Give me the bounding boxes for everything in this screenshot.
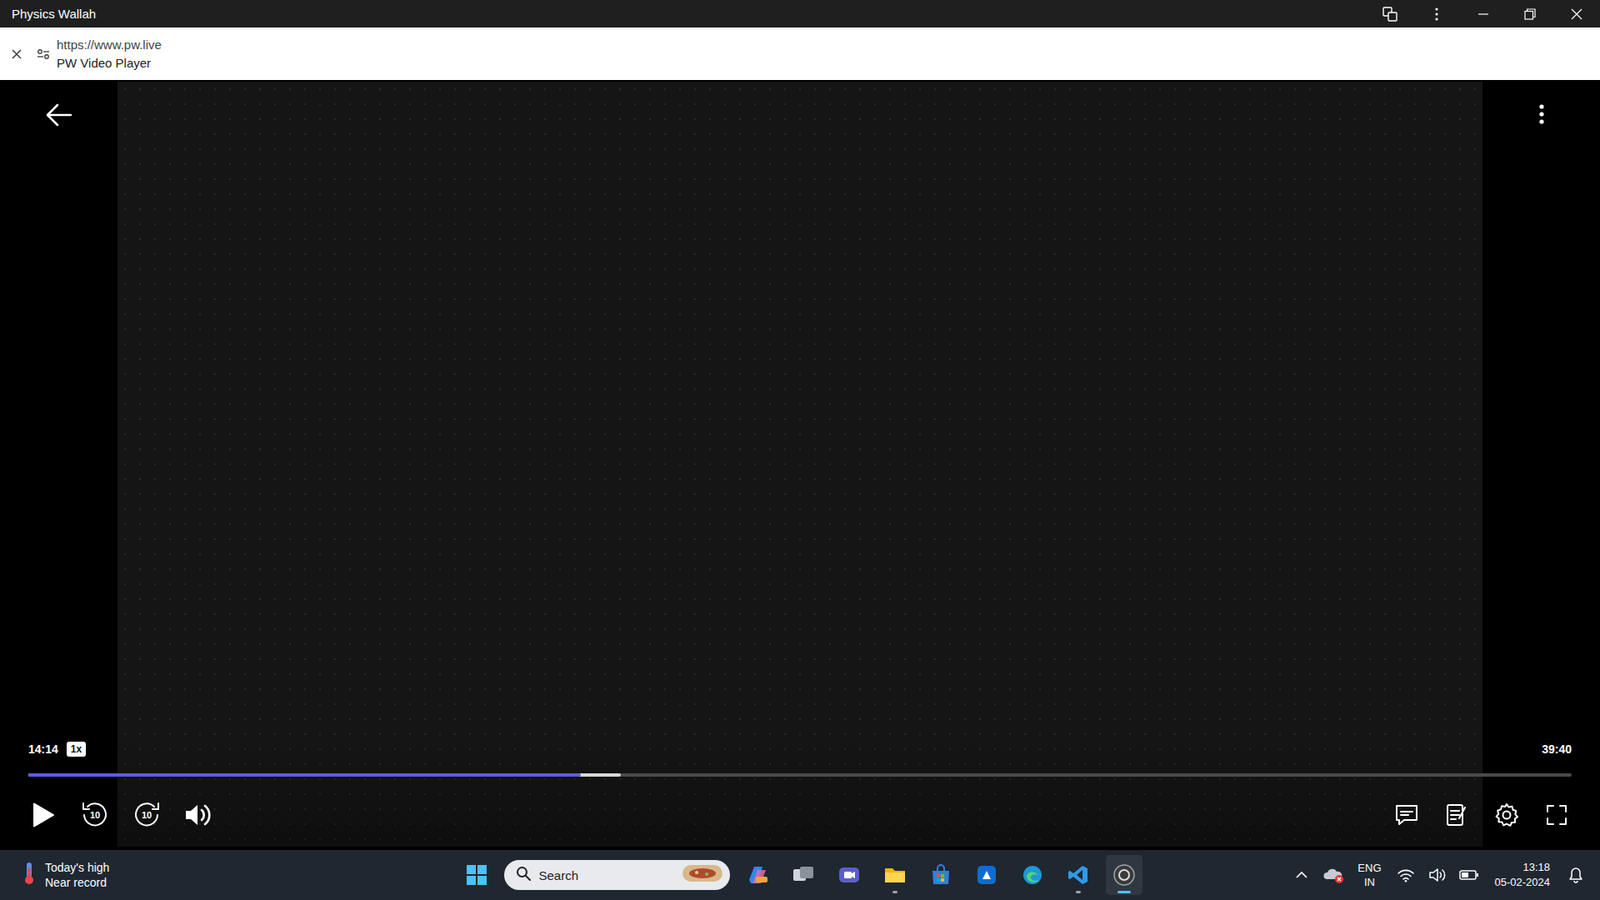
- clock[interactable]: 13:1805-02-2024: [1490, 860, 1556, 890]
- weather-text: Today's highNear record: [45, 860, 110, 890]
- left-column: [0, 80, 118, 850]
- running-indicator: [892, 890, 898, 894]
- window-controls: [1366, 0, 1600, 28]
- store-icon[interactable]: [922, 855, 960, 895]
- duration: 39:40: [1541, 742, 1572, 756]
- player-page: 14:14 1x 39:40 10 10: [0, 80, 1600, 850]
- weather-title: Today's high: [45, 860, 110, 875]
- chevron-up-icon[interactable]: [1290, 862, 1313, 888]
- edge-icon[interactable]: [1014, 855, 1051, 895]
- forward-icon[interactable]: 10: [131, 800, 162, 830]
- close-icon[interactable]: [0, 49, 34, 60]
- close-icon[interactable]: [1553, 0, 1600, 28]
- search-placeholder: Search: [539, 868, 674, 883]
- rewind-seconds: 10: [80, 810, 110, 820]
- search-box[interactable]: Search: [504, 860, 730, 890]
- title-bar: Physics Wallah: [0, 0, 1600, 28]
- copilot-icon[interactable]: [739, 855, 776, 895]
- weather-subtitle: Near record: [45, 875, 110, 890]
- page-title: PW Video Player: [56, 55, 162, 70]
- thermometer-icon: [20, 860, 39, 890]
- progress-track[interactable]: [28, 773, 1572, 777]
- notification-bell-icon[interactable]: [1565, 862, 1587, 888]
- onedrive-icon[interactable]: [1322, 862, 1345, 888]
- site-settings-icon[interactable]: [33, 48, 54, 60]
- captions-icon[interactable]: [1391, 800, 1422, 830]
- window-title: Physics Wallah: [11, 6, 1367, 21]
- weather-widget[interactable]: Today's highNear record: [0, 860, 459, 890]
- settings-icon[interactable]: [1491, 800, 1522, 830]
- windows-start-icon[interactable]: [458, 855, 495, 895]
- language-line1: ENG: [1357, 860, 1381, 875]
- speaker-icon[interactable]: [1426, 862, 1449, 888]
- taskbar: Today's highNear record Search ENGIN 13:180…: [0, 850, 1600, 900]
- vscode-icon[interactable]: [1060, 855, 1097, 895]
- search-icon: [515, 865, 531, 885]
- blue-app-icon[interactable]: [968, 855, 1005, 895]
- speed-badge[interactable]: 1x: [66, 741, 86, 757]
- clock-time: 13:18: [1522, 860, 1550, 875]
- minimize-icon[interactable]: [1460, 0, 1507, 28]
- language-line2: IN: [1364, 875, 1375, 890]
- task-view-icon[interactable]: [785, 855, 822, 895]
- file-explorer-icon[interactable]: [876, 855, 914, 895]
- address-bar: https://www.pw.live PW Video Player: [0, 27, 1600, 80]
- volume-icon[interactable]: [183, 800, 214, 830]
- taskbar-apps: Search: [458, 855, 1143, 895]
- more-icon[interactable]: [1413, 0, 1460, 28]
- fullscreen-icon[interactable]: [1541, 800, 1572, 830]
- pw-app-icon[interactable]: [1105, 855, 1143, 895]
- running-indicator: [1075, 890, 1081, 894]
- wifi-icon[interactable]: [1395, 862, 1417, 888]
- notes-icon[interactable]: [1441, 800, 1472, 830]
- video-frame[interactable]: [117, 81, 1483, 847]
- forward-seconds: 10: [131, 810, 162, 820]
- url-text: https://www.pw.live: [56, 37, 162, 52]
- player-controls: 14:14 1x 39:40 10 10: [0, 738, 1600, 850]
- system-tray: ENGIN 13:1805-02-2024: [1142, 860, 1600, 890]
- play-icon[interactable]: [28, 800, 59, 830]
- meet-icon[interactable]: [830, 855, 868, 895]
- played-fill: [28, 773, 581, 777]
- time-row: 14:14 1x 39:40: [28, 740, 1572, 759]
- current-time: 14:14: [28, 742, 59, 756]
- battery-icon[interactable]: [1458, 862, 1480, 888]
- search-highlight-icon: [681, 862, 724, 888]
- rewind-icon[interactable]: 10: [80, 800, 110, 830]
- restore-icon[interactable]: [1506, 0, 1554, 28]
- translate-icon[interactable]: [1366, 0, 1414, 28]
- clock-date: 05-02-2024: [1495, 875, 1551, 890]
- language-indicator[interactable]: ENGIN: [1354, 860, 1385, 890]
- control-buttons: 10 10: [28, 795, 1572, 835]
- running-indicator: [1117, 890, 1131, 894]
- right-column: [1482, 80, 1600, 850]
- right-controls: [1391, 800, 1572, 830]
- address-text: https://www.pw.live PW Video Player: [56, 37, 162, 70]
